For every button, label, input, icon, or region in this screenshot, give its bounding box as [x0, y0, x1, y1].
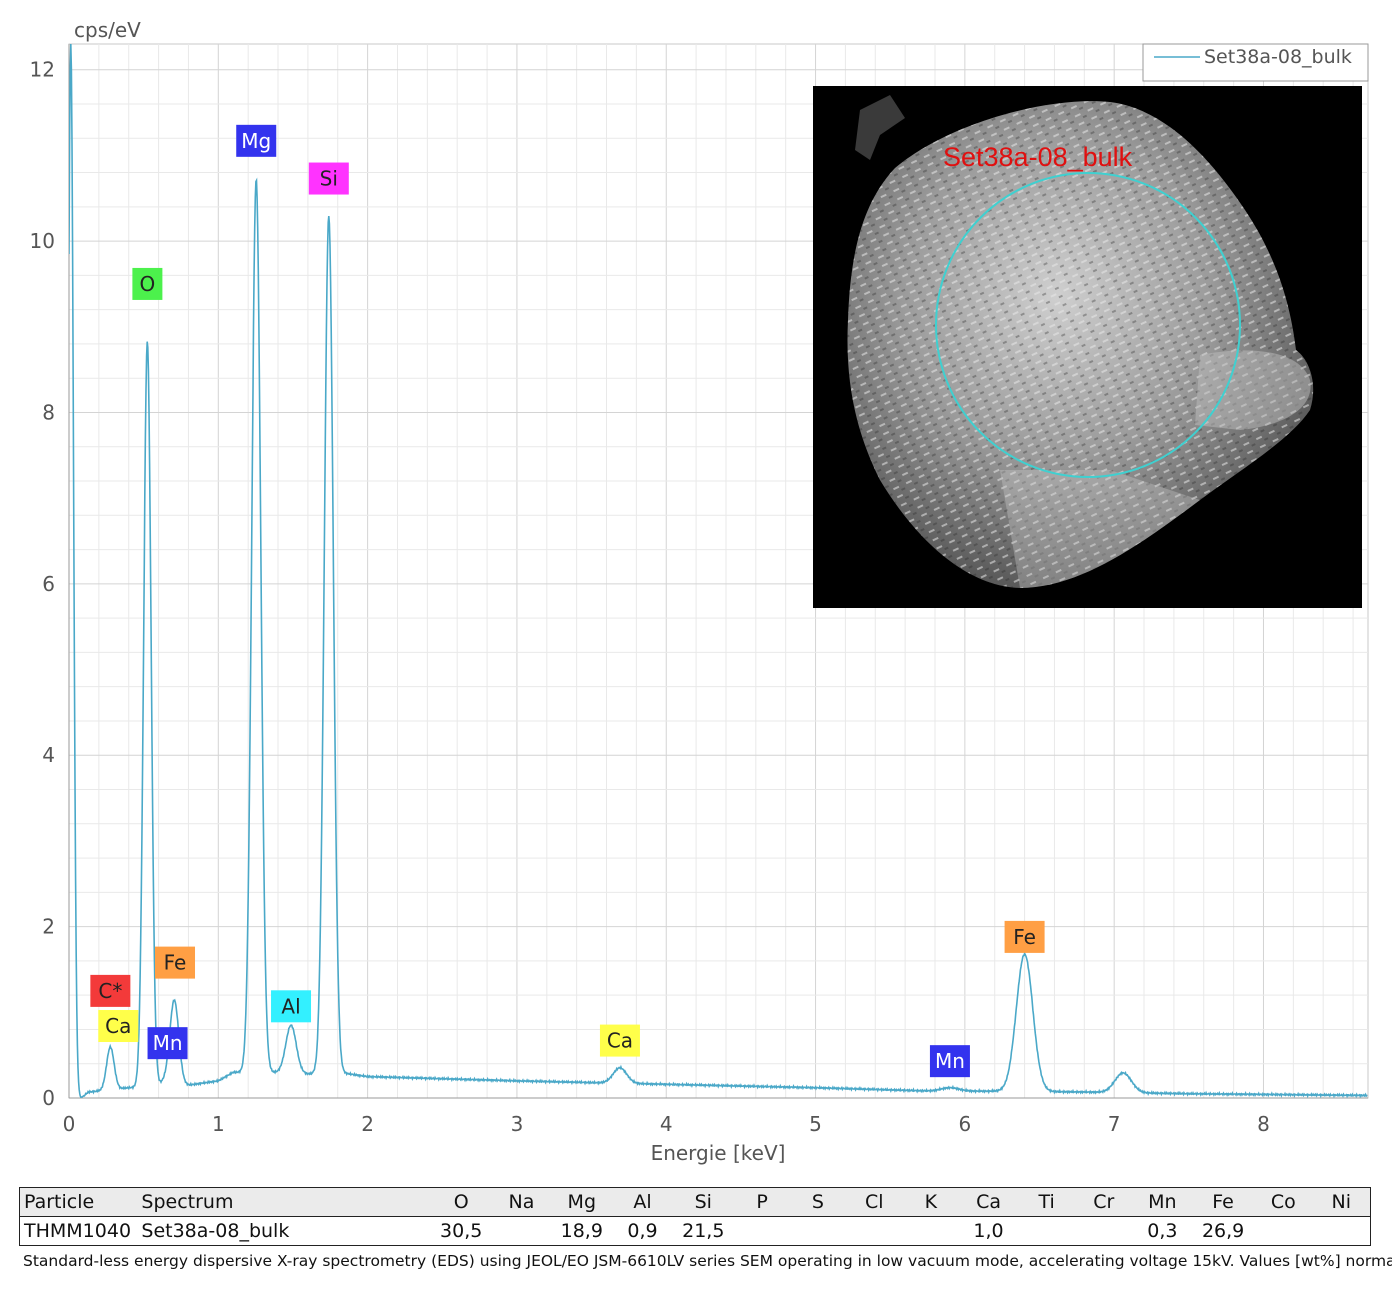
x-tick-label: 2	[361, 1112, 374, 1136]
x-tick-label: 0	[63, 1112, 76, 1136]
legend: Set38a-08_bulk	[1142, 43, 1369, 82]
sem-inset-image: Set38a-08_bulk	[813, 86, 1362, 608]
legend-label: Set38a-08_bulk	[1204, 46, 1352, 68]
table-row: THMM1040 Set38a-08_bulk 30,5 18,9 0,9 21,5 1,0…	[19, 1216, 1371, 1246]
method-footnote: Standard-less energy dispersive X-ray sp…	[23, 1252, 1392, 1270]
table-cell: 26,9	[1192, 1216, 1255, 1246]
x-tick-label: 4	[660, 1112, 673, 1136]
peak-label: Ca	[599, 1024, 640, 1057]
peak-label: Fe	[1004, 920, 1045, 953]
table-header-cell: Cr	[1074, 1187, 1133, 1217]
peak-label-text: Ca	[105, 1014, 131, 1038]
table-header-cell: Si	[672, 1187, 735, 1217]
table-cell	[1018, 1216, 1075, 1246]
peak-label-text: Al	[281, 994, 300, 1018]
peak-label-text: Ca	[607, 1029, 633, 1053]
x-tick-label: 8	[1257, 1112, 1270, 1136]
table-header-cell: Ti	[1018, 1187, 1075, 1217]
y-tick-label: 6	[42, 572, 55, 596]
table-header-cell: Na	[492, 1187, 551, 1217]
table-header-cell: Co	[1254, 1187, 1313, 1217]
peak-label-text: O	[140, 272, 156, 296]
peak-label: C*	[90, 974, 131, 1007]
x-tick-label: 5	[809, 1112, 822, 1136]
peak-label-text: Si	[320, 167, 338, 191]
peak-label: Al	[271, 990, 312, 1023]
peak-label-text: Mn	[153, 1031, 183, 1055]
peak-label-text: C*	[98, 979, 122, 1003]
table-header-cell: S	[789, 1187, 846, 1217]
inset-label: Set38a-08_bulk	[943, 142, 1133, 172]
y-tick-label: 4	[42, 743, 55, 767]
table-header-cell: O	[430, 1187, 493, 1217]
table-header-cell: Cl	[845, 1187, 903, 1217]
table-header-row: Particle Spectrum O Na Mg Al Si P S Cl K Ca Ti Cr Mn Fe…	[19, 1187, 1371, 1217]
table-cell: 0,9	[612, 1216, 673, 1246]
table-header-cell: Mn	[1132, 1187, 1193, 1217]
peak-label-text: Fe	[1013, 925, 1036, 949]
table-header-cell: Mg	[550, 1187, 613, 1217]
y-tick-label: 10	[30, 229, 55, 253]
x-tick-labels: 0 1 2 3 4 5 6 7 8	[63, 1112, 1270, 1136]
table-header-cell: Ni	[1312, 1187, 1371, 1217]
table-header-cell: K	[902, 1187, 959, 1217]
peak-label-text: Mn	[935, 1049, 965, 1073]
peak-label: O	[132, 267, 163, 300]
results-table: Particle Spectrum O Na Mg Al Si P S Cl K Ca Ti Cr Mn Fe…	[19, 1187, 1371, 1246]
y-tick-labels: 0 2 4 6 8 10 12	[30, 58, 55, 1110]
peak-label: Mg	[236, 124, 277, 157]
peak-label: Mn	[929, 1045, 970, 1078]
table-header-cell: Fe	[1192, 1187, 1255, 1217]
table-header-cell: P	[734, 1187, 790, 1217]
y-tick-label: 8	[42, 400, 55, 424]
x-tick-label: 3	[511, 1112, 524, 1136]
table-cell: 0,3	[1132, 1216, 1193, 1246]
y-tick-label: 0	[42, 1086, 55, 1110]
table-cell: 1,0	[958, 1216, 1019, 1246]
table-header-cell: Spectrum	[137, 1187, 431, 1217]
table-body: THMM1040 Set38a-08_bulk 30,5 18,9 0,9 21,5 1,0…	[19, 1216, 1371, 1246]
x-axis-title: Energie [keV]	[651, 1141, 786, 1165]
table-header-cell: Ca	[958, 1187, 1019, 1217]
table-cell	[902, 1216, 959, 1246]
table-cell	[845, 1216, 903, 1246]
table-cell: 30,5	[430, 1216, 493, 1246]
table-cell: THMM1040	[19, 1216, 138, 1246]
peak-label: Ca	[98, 1010, 139, 1043]
table-cell	[1074, 1216, 1133, 1246]
table-header-cell: Particle	[19, 1187, 138, 1217]
peak-label: Mn	[147, 1027, 188, 1060]
eds-spectrum-chart: 012345678 024681012 cps/eV Energie [keV]…	[30, 18, 1369, 1165]
peak-label-text: Fe	[164, 951, 187, 975]
table-cell	[789, 1216, 846, 1246]
table-cell	[492, 1216, 551, 1246]
y-axis-title: cps/eV	[74, 18, 141, 42]
table-cell	[1312, 1216, 1371, 1246]
x-tick-label: 6	[958, 1112, 971, 1136]
peak-label: Si	[308, 162, 349, 195]
table-header-cell: Al	[612, 1187, 673, 1217]
table-cell: 18,9	[550, 1216, 613, 1246]
peak-label: Fe	[155, 946, 196, 979]
table-cell	[734, 1216, 790, 1246]
y-tick-label: 12	[30, 58, 55, 82]
peak-label-text: Mg	[241, 129, 271, 153]
table-cell: Set38a-08_bulk	[137, 1216, 431, 1246]
x-tick-label: 7	[1108, 1112, 1121, 1136]
x-tick-label: 1	[212, 1112, 225, 1136]
table-cell	[1254, 1216, 1313, 1246]
table-cell: 21,5	[672, 1216, 735, 1246]
y-tick-label: 2	[42, 915, 55, 939]
